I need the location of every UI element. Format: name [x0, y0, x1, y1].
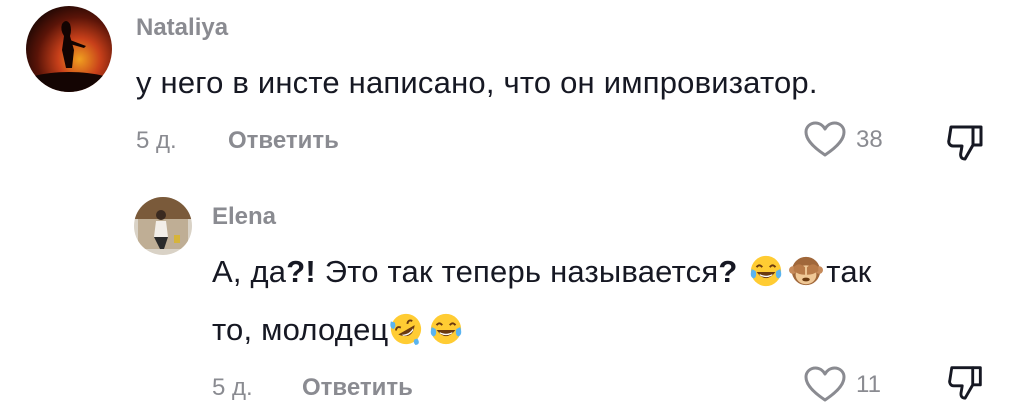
- comment-text-line-1: А, да?! Это так теперь называется? так: [212, 243, 1002, 301]
- text-segment: Это так теперь называется: [315, 254, 719, 289]
- rolling-on-floor-laughing-icon: [389, 312, 423, 346]
- like-button[interactable]: 11: [804, 366, 881, 404]
- text-segment: А, да: [212, 254, 287, 289]
- reply-button[interactable]: Ответить: [302, 374, 413, 402]
- text-segment: так: [826, 254, 872, 289]
- like-count: 11: [856, 371, 881, 398]
- heart-icon: [804, 366, 846, 402]
- comment-text-line-2: то, молодец: [212, 301, 1002, 359]
- dislike-button[interactable]: [945, 362, 989, 407]
- avatar[interactable]: [26, 6, 112, 92]
- comment-time: 5 д.: [136, 127, 177, 154]
- face-with-tears-of-joy-icon: [749, 254, 783, 288]
- comment-time: 5 д.: [212, 374, 253, 401]
- heart-icon: [804, 121, 846, 157]
- text-segment-bold: ?: [718, 254, 738, 289]
- reply-button[interactable]: Ответить: [228, 127, 339, 155]
- see-no-evil-monkey-icon: [789, 254, 824, 288]
- text-segment-bold: ?!: [286, 254, 316, 289]
- thumbs-down-icon: [947, 125, 983, 161]
- face-with-tears-of-joy-icon: [429, 312, 463, 346]
- like-count: 38: [856, 126, 883, 153]
- sunset-silhouette-avatar-icon: [26, 6, 112, 92]
- avatar[interactable]: [134, 197, 192, 255]
- comment-text: А, да?! Это так теперь называется? так т…: [212, 243, 1002, 359]
- text-segment: то, молодец: [212, 312, 389, 347]
- dislike-button[interactable]: [945, 121, 989, 168]
- comment-username[interactable]: Nataliya: [136, 14, 228, 42]
- comment-username[interactable]: Elena: [212, 203, 276, 231]
- thumbs-down-icon: [948, 366, 982, 400]
- woman-photo-avatar-icon: [134, 197, 192, 255]
- like-button[interactable]: 38: [804, 121, 883, 159]
- comment-text: у него в инсте написано, что он импровиз…: [136, 65, 818, 100]
